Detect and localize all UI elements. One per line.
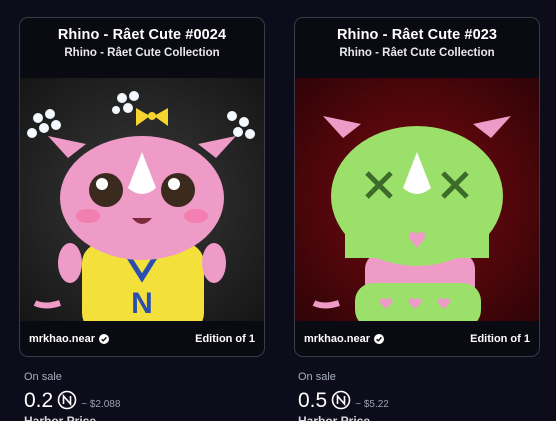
verified-check-icon	[374, 334, 385, 344]
creator-link[interactable]: mrkhao.near	[304, 333, 385, 345]
nft-artwork-image[interactable]: N	[20, 78, 264, 321]
collection-name[interactable]: Rhino - Râet Cute Collection	[295, 47, 539, 59]
price-value: 0.5	[298, 389, 328, 412]
cut-off-text: Harbor Price	[298, 414, 371, 421]
near-currency-icon	[331, 390, 351, 410]
nft-artwork-image[interactable]	[295, 78, 539, 321]
cut-off-text: Harbor Price	[24, 414, 97, 421]
svg-text:N: N	[131, 287, 153, 320]
nft-card[interactable]: Rhino - Râet Cute #0024 Rhino - Râet Cut…	[19, 17, 265, 357]
creator-link[interactable]: mrkhao.near	[29, 333, 110, 345]
usd-price: ~ $5.22	[355, 399, 389, 410]
price-row: 0.5 ~ $5.22	[298, 387, 389, 413]
creator-name[interactable]: mrkhao.near	[304, 333, 370, 345]
collection-name[interactable]: Rhino - Râet Cute Collection	[20, 47, 264, 59]
edition-label: Edition of 1	[470, 333, 530, 345]
creator-name[interactable]: mrkhao.near	[29, 333, 95, 345]
sale-status: On sale	[298, 371, 336, 383]
sale-status: On sale	[24, 371, 62, 383]
edition-label: Edition of 1	[195, 333, 255, 345]
near-currency-icon	[57, 390, 77, 410]
card-title: Rhino - Râet Cute #0024	[57, 27, 227, 43]
usd-price: ~ $2.088	[81, 399, 121, 410]
verified-check-icon	[99, 334, 110, 344]
nft-card[interactable]: Rhino - Râet Cute #023 Rhino - Râet Cute…	[294, 17, 540, 357]
price-value: 0.2	[24, 389, 54, 412]
card-title: Rhino - Râet Cute #023	[336, 27, 498, 43]
price-row: 0.2 ~ $2.088	[24, 387, 120, 413]
